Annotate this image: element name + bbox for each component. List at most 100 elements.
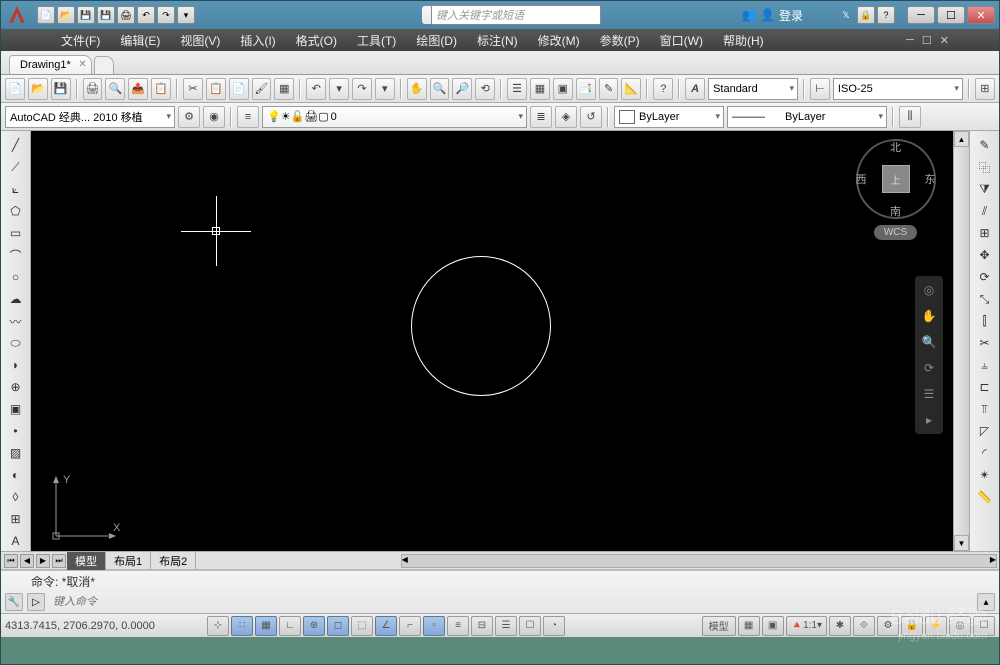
polygon-icon[interactable]: ⬠ (5, 201, 27, 221)
compass-west[interactable]: 西 (856, 171, 867, 187)
menu-dimension[interactable]: 标注(N) (467, 30, 528, 51)
nav-zoom-icon[interactable]: 🔍 (919, 332, 939, 352)
infer-icon[interactable]: ⊹ (207, 616, 229, 636)
close-button[interactable]: ✕ (967, 6, 995, 24)
dimstyle-icon[interactable]: ⊢ (810, 78, 830, 100)
zoom-rt-icon[interactable]: 🔍 (430, 78, 450, 100)
help-search[interactable]: 键入关键字或短语 (431, 5, 601, 25)
rectangle-icon[interactable]: ▭ (5, 223, 27, 243)
open-icon[interactable]: 📂 (28, 78, 48, 100)
explode-icon[interactable]: ✴ (974, 465, 996, 485)
point-icon[interactable]: • (5, 421, 27, 441)
menu-edit[interactable]: 编辑(E) (110, 30, 170, 51)
viewcube[interactable]: 北 南 东 西 上 WCS (853, 139, 938, 240)
lwt-icon[interactable]: ≡ (447, 616, 469, 636)
menu-file[interactable]: 文件(F) (51, 30, 110, 51)
sc-icon[interactable]: ☐ (519, 616, 541, 636)
textstyle-dropdown[interactable]: Standard (708, 78, 798, 100)
login-link[interactable]: 👥 👤 登录 (742, 7, 803, 24)
layer-prev-icon[interactable]: ↺ (580, 106, 602, 128)
line-icon[interactable]: ╱ (5, 135, 27, 155)
measure-icon[interactable]: 📏 (974, 487, 996, 507)
3dosnap-icon[interactable]: ⬚ (351, 616, 373, 636)
tp-icon[interactable]: ▣ (553, 78, 573, 100)
help-icon[interactable]: ? (877, 6, 895, 24)
mdi-restore[interactable]: ☐ (922, 34, 932, 47)
ssm-icon[interactable]: 📑 (576, 78, 596, 100)
dimstyle-dropdown[interactable]: ISO-25 (833, 78, 963, 100)
ws-save-icon[interactable]: ◉ (203, 106, 225, 128)
stretch-icon[interactable]: ⫿ (974, 311, 996, 331)
revcloud-icon[interactable]: ☁ (5, 289, 27, 309)
quickview-layouts-icon[interactable]: ▦ (738, 616, 760, 636)
compass-north[interactable]: 北 (890, 139, 901, 155)
drawing-canvas[interactable]: Y X 北 南 东 西 上 WCS ◎ ✋ 🔍 ⟳ (31, 131, 953, 551)
preview-icon[interactable]: 🔍 (105, 78, 125, 100)
osnap-icon[interactable]: ◻ (327, 616, 349, 636)
join-icon[interactable]: ⫪ (974, 399, 996, 419)
lock-ui-icon[interactable]: 🔒 (901, 616, 923, 636)
quickview-dwg-icon[interactable]: ▣ (762, 616, 784, 636)
menu-view[interactable]: 视图(V) (170, 30, 230, 51)
menu-tools[interactable]: 工具(T) (347, 30, 406, 51)
nav-pan-icon[interactable]: ✋ (919, 306, 939, 326)
calc-icon[interactable]: 📐 (621, 78, 641, 100)
tpy-icon[interactable]: ⊟ (471, 616, 493, 636)
qat-open[interactable]: 📂 (57, 6, 75, 24)
qat-undo[interactable]: ↶ (137, 6, 155, 24)
tab-close-icon[interactable]: ✕ (78, 59, 86, 70)
compass-south[interactable]: 南 (890, 203, 901, 219)
cmd-prompt-icon[interactable]: ▷ (27, 593, 45, 611)
mtext-icon[interactable]: A (5, 531, 27, 551)
workspace-dropdown[interactable]: AutoCAD 经典... 2010 移植 (5, 106, 175, 128)
pan-icon[interactable]: ✋ (407, 78, 427, 100)
polar-icon[interactable]: ⊛ (303, 616, 325, 636)
nav-showmenu-icon[interactable]: ☰ (919, 384, 939, 404)
offset-icon[interactable]: ⫽ (974, 201, 996, 221)
cleanscreen-icon[interactable]: ☐ (973, 616, 995, 636)
model-space-btn[interactable]: 模型 (702, 616, 736, 636)
polyline-icon[interactable]: ⟀ (5, 179, 27, 199)
undo-icon[interactable]: ↶ (306, 78, 326, 100)
publish-icon[interactable]: 📤 (128, 78, 148, 100)
rotate-icon[interactable]: ⟳ (974, 267, 996, 287)
menu-draw[interactable]: 绘图(D) (406, 30, 467, 51)
ortho-icon[interactable]: ∟ (279, 616, 301, 636)
xline-icon[interactable]: ⟋ (5, 157, 27, 177)
block-icon[interactable]: ▦ (274, 78, 294, 100)
menu-format[interactable]: 格式(O) (286, 30, 347, 51)
undo-drop[interactable]: ▾ (329, 78, 349, 100)
menu-help[interactable]: 帮助(H) (713, 30, 774, 51)
tab-first-icon[interactable]: ⏮ (4, 554, 18, 568)
qat-more[interactable]: ▾ (177, 6, 195, 24)
copy-icon[interactable]: 📋 (206, 78, 226, 100)
vertical-scrollbar[interactable]: ▲ ▼ (953, 131, 969, 551)
snap-icon[interactable]: ∷ (231, 616, 253, 636)
compass-east[interactable]: 东 (925, 171, 936, 187)
cmd-recent-icon[interactable]: 🔧 (5, 593, 23, 611)
qat-save[interactable]: 💾 (77, 6, 95, 24)
dc-icon[interactable]: ▦ (530, 78, 550, 100)
menu-window[interactable]: 窗口(W) (650, 30, 713, 51)
properties-icon[interactable]: ☰ (507, 78, 527, 100)
spline-icon[interactable]: 〰 (5, 311, 27, 331)
redo-icon[interactable]: ↷ (352, 78, 372, 100)
nav-orbit-icon[interactable]: ⟳ (919, 358, 939, 378)
sheet-icon[interactable]: 📋 (151, 78, 171, 100)
layer-state-icon[interactable]: ≣ (530, 106, 552, 128)
array-icon[interactable]: ⊞ (974, 223, 996, 243)
isolate-icon[interactable]: ◎ (949, 616, 971, 636)
ws-switch-icon[interactable]: ⚙ (877, 616, 899, 636)
makeblock-icon[interactable]: ▣ (5, 399, 27, 419)
layer-props-icon[interactable]: ≡ (237, 106, 259, 128)
region-icon[interactable]: ◊ (5, 487, 27, 507)
tab-last-icon[interactable]: ⏭ (52, 554, 66, 568)
wcs-badge[interactable]: WCS (874, 225, 917, 240)
grid-icon[interactable]: ▦ (255, 616, 277, 636)
horizontal-scrollbar[interactable]: ◀▶ (401, 554, 997, 568)
cmd-expand-icon[interactable]: ▴ (977, 593, 995, 611)
layout2-tab[interactable]: 布局2 (151, 552, 196, 570)
print-icon[interactable]: 🖨 (83, 78, 103, 100)
anno-scale[interactable]: 🔺 1:1 ▾ (786, 616, 827, 636)
insertblock-icon[interactable]: ⊕ (5, 377, 27, 397)
